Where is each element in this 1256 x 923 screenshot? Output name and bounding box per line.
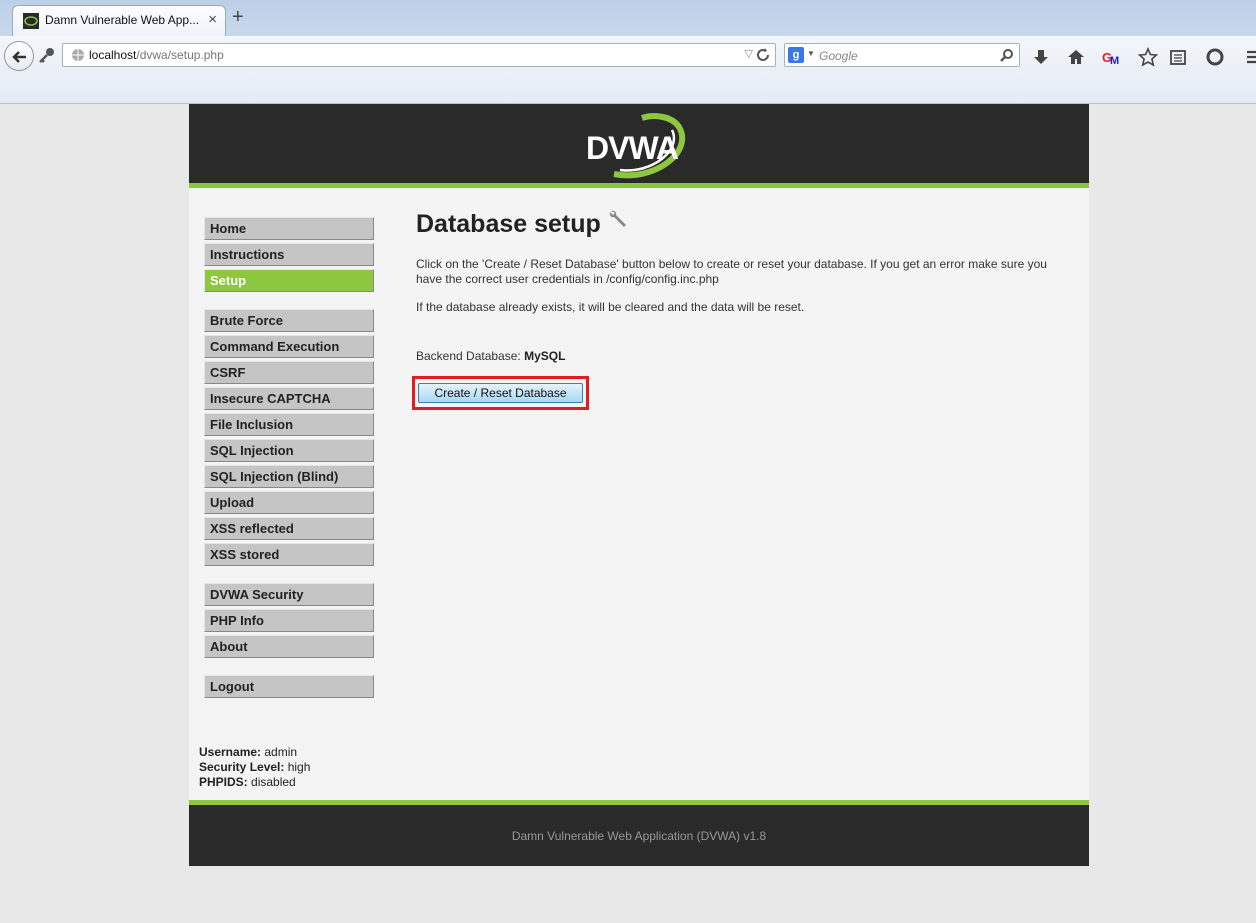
dvwa-favicon-icon [23, 13, 39, 29]
page-title: Database setup [416, 208, 1066, 239]
menu-item-sql-injection[interactable]: SQL Injection [204, 439, 374, 462]
bookmarks-menu-icon[interactable] [1168, 47, 1188, 67]
new-tab-icon[interactable]: + [232, 6, 244, 29]
menu-item-sql-injection-blind[interactable]: SQL Injection (Blind) [204, 465, 374, 488]
footer-text: Damn Vulnerable Web Application (DVWA) v… [511, 829, 767, 843]
main-content: Database setup Click on the 'Create / Re… [416, 208, 1066, 363]
browser-tab[interactable]: Damn Vulnerable Web App... × [12, 5, 226, 36]
home-icon[interactable] [1066, 47, 1086, 67]
reload-icon[interactable] [755, 47, 771, 63]
google-icon[interactable]: g [788, 47, 804, 63]
url-dropdown-icon[interactable]: ▽ [745, 47, 753, 60]
menu-item-csrf[interactable]: CSRF [204, 361, 374, 384]
search-placeholder: Google [819, 49, 858, 63]
close-tab-icon[interactable]: × [208, 11, 217, 28]
menu-block-logout: Logout [204, 675, 374, 698]
bookmark-star-icon[interactable] [1138, 47, 1158, 67]
menu-item-setup[interactable]: Setup [204, 269, 374, 292]
tab-title: Damn Vulnerable Web App... [45, 13, 200, 27]
menu-block-other: DVWA Security PHP Info About [204, 583, 374, 658]
search-engine-dropdown-icon[interactable]: ▼ [807, 49, 815, 58]
security-level-label: Security Level: [199, 760, 285, 774]
reset-warning-paragraph: If the database already exists, it will … [416, 300, 805, 314]
pocket-icon[interactable] [1205, 47, 1225, 67]
logo-text: DVWA [586, 130, 679, 166]
menu-item-logout[interactable]: Logout [204, 675, 374, 698]
search-icon[interactable] [1000, 48, 1014, 62]
menu-item-about[interactable]: About [204, 635, 374, 658]
menu-block-main: Home Instructions Setup [204, 217, 374, 292]
username-label: Username: [199, 745, 262, 759]
gm-extension-icon[interactable]: G M [1101, 47, 1121, 67]
page-footer: Damn Vulnerable Web Application (DVWA) v… [189, 800, 1089, 866]
create-reset-database-button[interactable]: Create / Reset Database [418, 383, 583, 403]
security-level-value: high [287, 760, 311, 774]
dvwa-page: DVWA Home Instructions Setup Brute Force Co… [189, 104, 1089, 866]
menu-item-dvwa-security[interactable]: DVWA Security [204, 583, 374, 606]
menu-item-command-execution[interactable]: Command Execution [204, 335, 374, 358]
navigation-bar: localhost/dvwa/setup.php ▽ g ▼ Google G … [0, 36, 1256, 104]
menu-item-file-inclusion[interactable]: File Inclusion [204, 413, 374, 436]
menu-item-instructions[interactable]: Instructions [204, 243, 374, 266]
backend-database-value: MySQL [524, 349, 566, 363]
phpids-label: PHPIDS: [199, 775, 248, 789]
dvwa-logo: DVWA [584, 112, 694, 180]
menu-item-upload[interactable]: Upload [204, 491, 374, 514]
sidebar-menu: Home Instructions Setup Brute Force Command… [204, 217, 374, 715]
menu-item-xss-stored[interactable]: XSS stored [204, 543, 374, 566]
wrench-icon [609, 210, 626, 227]
menu-item-home[interactable]: Home [204, 217, 374, 240]
tab-bar: Damn Vulnerable Web App... × + [0, 0, 1256, 36]
svg-text:M: M [1110, 55, 1119, 67]
download-icon[interactable] [1031, 47, 1051, 67]
back-arrow-icon [12, 51, 26, 63]
user-info: Username: admin Security Level: high PHP… [199, 745, 310, 790]
key-icon[interactable] [38, 46, 56, 64]
menu-item-xss-reflected[interactable]: XSS reflected [204, 517, 374, 540]
search-bar[interactable]: g ▼ Google [784, 43, 1020, 67]
highlight-box: Create / Reset Database [412, 376, 589, 410]
url-bar[interactable]: localhost/dvwa/setup.php ▽ [62, 43, 776, 67]
menu-block-vulnerabilities: Brute Force Command Execution CSRF Insecure… [204, 309, 374, 566]
url-text: localhost/dvwa/setup.php [89, 48, 224, 62]
phpids-value: disabled [251, 775, 296, 789]
menu-item-insecure-captcha[interactable]: Insecure CAPTCHA [204, 387, 374, 410]
back-button[interactable] [4, 41, 34, 71]
menu-icon[interactable] [1244, 47, 1256, 67]
menu-item-php-info[interactable]: PHP Info [204, 609, 374, 632]
backend-database: Backend Database: MySQL [416, 349, 566, 363]
username-value: admin [264, 745, 298, 759]
globe-icon [72, 49, 84, 61]
instructions-paragraph: Click on the 'Create / Reset Database' b… [416, 257, 1047, 286]
menu-item-brute-force[interactable]: Brute Force [204, 309, 374, 332]
page-header: DVWA [189, 104, 1089, 188]
